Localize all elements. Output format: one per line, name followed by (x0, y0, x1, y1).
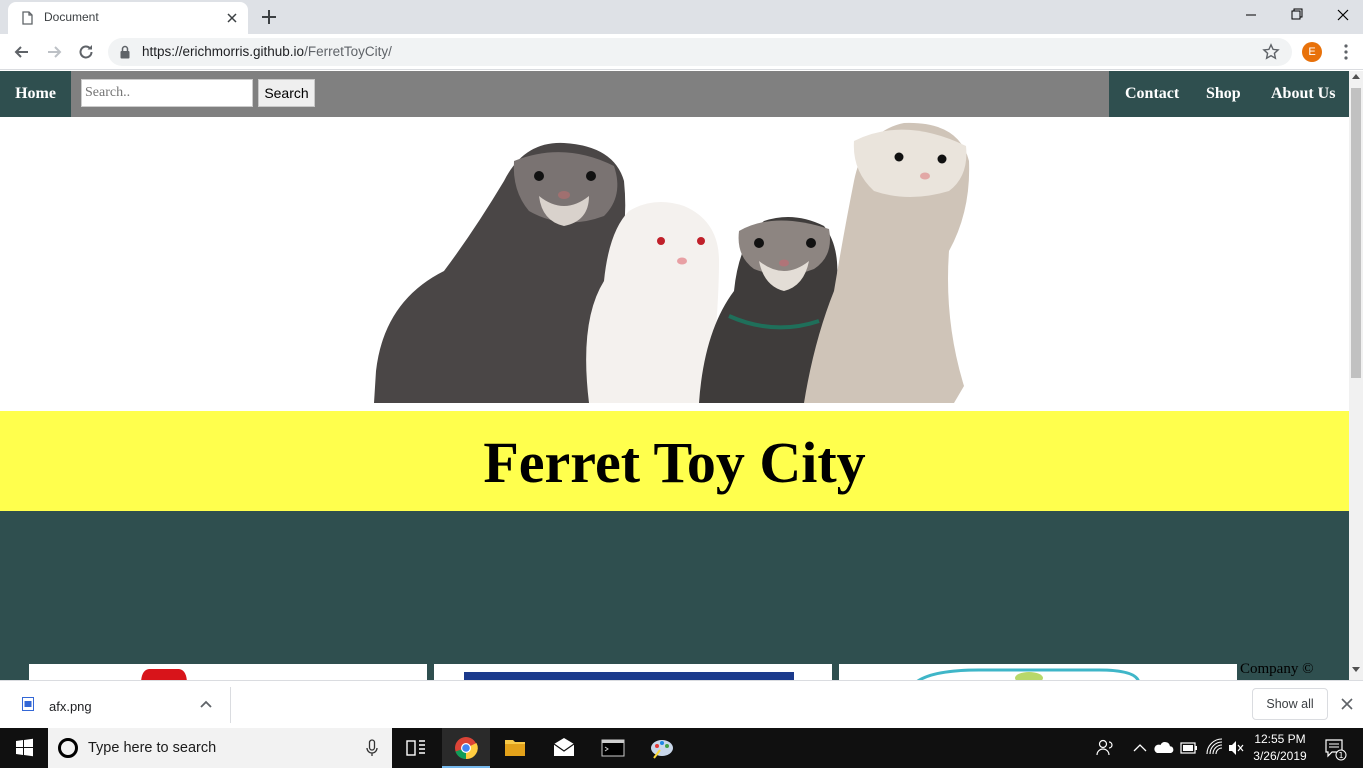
product-card[interactable] (434, 664, 832, 680)
notification-count: 1 (1338, 751, 1343, 760)
close-tab-icon[interactable] (224, 10, 240, 26)
clock-time: 12:55 PM (1254, 732, 1306, 746)
taskbar-search-placeholder: Type here to search (88, 740, 217, 756)
more-options-icon[interactable] (1338, 43, 1354, 61)
nav-about-link[interactable]: About Us (1271, 71, 1335, 117)
microphone-icon[interactable] (366, 739, 378, 757)
product-image (464, 672, 794, 680)
chevron-up-tray-icon[interactable] (1130, 728, 1150, 768)
site-navbar: Home Search Contact Shop About Us (0, 71, 1349, 117)
windows-start-icon[interactable] (0, 728, 48, 768)
people-icon[interactable] (1094, 728, 1116, 768)
scroll-up-arrow-icon[interactable] (1352, 74, 1360, 79)
url-text: https://erichmorris.github.io/FerretToyC… (142, 44, 392, 59)
title-banner: Ferret Toy City (0, 411, 1349, 511)
product-card[interactable] (839, 664, 1237, 680)
image-file-icon (22, 697, 34, 711)
nav-contact-link[interactable]: Contact (1125, 71, 1179, 117)
page-scrollbar[interactable] (1349, 71, 1363, 680)
document-icon (22, 11, 33, 25)
footer-company-text: Company © (1240, 661, 1314, 678)
clock-date: 3/26/2019 (1253, 749, 1307, 763)
search-button[interactable]: Search (258, 79, 315, 107)
tab-strip: Document (0, 0, 1363, 34)
nav-shop-link[interactable]: Shop (1206, 71, 1241, 117)
product-card[interactable] (29, 664, 427, 680)
hero-section (0, 117, 1349, 411)
bookmark-star-icon[interactable] (1262, 43, 1280, 61)
volume-muted-icon[interactable] (1226, 728, 1246, 768)
chevron-up-icon[interactable] (200, 699, 212, 709)
url-host: https://erichmorris.github.io (142, 44, 305, 59)
profile-avatar[interactable]: E (1302, 42, 1322, 62)
divider (230, 687, 231, 723)
nav-right-group: Contact Shop About Us (1109, 71, 1349, 117)
task-view-icon[interactable] (392, 728, 440, 768)
mail-icon[interactable] (540, 728, 588, 768)
windows-taskbar: Type here to search 12:55 PM 3/26/2019 1 (0, 728, 1363, 768)
forward-arrow-icon[interactable] (44, 42, 64, 62)
download-bar: afx.png Show all (0, 680, 1363, 728)
download-file-name[interactable]: afx.png (49, 699, 92, 714)
new-tab-icon[interactable] (260, 8, 278, 26)
lock-icon[interactable] (120, 45, 130, 59)
action-center-icon[interactable]: 1 (1322, 728, 1348, 768)
nav-home-link[interactable]: Home (0, 71, 71, 117)
show-all-button[interactable]: Show all (1252, 688, 1328, 720)
system-clock[interactable]: 12:55 PM 3/26/2019 (1245, 731, 1315, 765)
onedrive-cloud-icon[interactable] (1153, 728, 1175, 768)
battery-icon[interactable] (1178, 728, 1200, 768)
tab-title: Document (44, 10, 99, 24)
scroll-thumb[interactable] (1351, 88, 1361, 378)
url-path: /FerretToyCity/ (304, 44, 392, 59)
search-input[interactable] (81, 79, 253, 107)
site-title: Ferret Toy City (483, 430, 866, 495)
wifi-icon[interactable] (1203, 728, 1225, 768)
scroll-down-arrow-icon[interactable] (1352, 667, 1360, 672)
paint-icon[interactable] (638, 728, 686, 768)
minimize-icon[interactable] (1228, 0, 1274, 30)
browser-tab[interactable]: Document (8, 2, 248, 34)
product-image (141, 669, 187, 680)
chrome-icon (455, 737, 478, 760)
address-bar[interactable]: https://erichmorris.github.io/FerretToyC… (108, 38, 1292, 66)
chrome-taskbar-button[interactable] (442, 728, 490, 768)
close-download-bar-icon[interactable] (1340, 697, 1354, 711)
ferrets-image (374, 122, 970, 404)
products-section: Company © (0, 511, 1349, 680)
file-explorer-icon[interactable] (491, 728, 539, 768)
page-viewport: Home Search Contact Shop About Us (0, 71, 1349, 680)
reload-icon[interactable] (76, 42, 96, 62)
back-arrow-icon[interactable] (12, 42, 32, 62)
terminal-icon[interactable] (589, 728, 637, 768)
browser-toolbar: https://erichmorris.github.io/FerretToyC… (0, 34, 1363, 70)
taskbar-search-box[interactable]: Type here to search (48, 728, 392, 768)
product-image (916, 668, 1140, 680)
close-window-icon[interactable] (1320, 0, 1363, 30)
restore-icon[interactable] (1274, 0, 1320, 30)
cortana-icon (58, 738, 78, 758)
